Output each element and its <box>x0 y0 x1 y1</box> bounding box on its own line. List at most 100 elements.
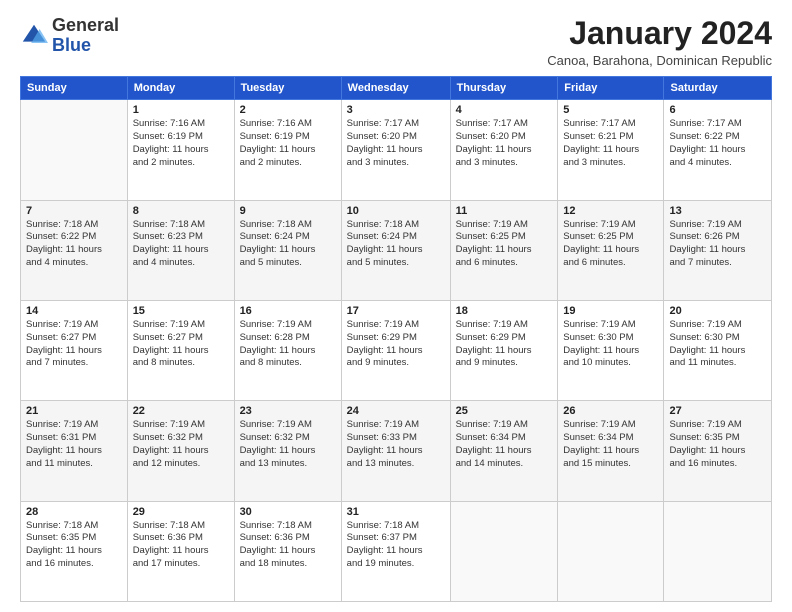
day-info: Sunrise: 7:19 AMSunset: 6:34 PMDaylight:… <box>456 419 553 470</box>
title-block: January 2024 Canoa, Barahona, Dominican … <box>547 16 772 68</box>
day-number: 27 <box>669 405 766 417</box>
logo-icon <box>20 22 48 50</box>
calendar-cell: 25 Sunrise: 7:19 AMSunset: 6:34 PMDayligh… <box>450 401 558 501</box>
day-number: 15 <box>133 305 229 317</box>
calendar-cell: 19 Sunrise: 7:19 AMSunset: 6:30 PMDayligh… <box>558 300 664 400</box>
header-day-friday: Friday <box>558 77 664 100</box>
calendar-cell: 21 Sunrise: 7:19 AMSunset: 6:31 PMDayligh… <box>21 401 128 501</box>
day-number: 1 <box>133 104 229 116</box>
day-info: Sunrise: 7:19 AMSunset: 6:35 PMDaylight:… <box>669 419 766 470</box>
calendar-cell: 14 Sunrise: 7:19 AMSunset: 6:27 PMDayligh… <box>21 300 128 400</box>
calendar-cell: 27 Sunrise: 7:19 AMSunset: 6:35 PMDayligh… <box>664 401 772 501</box>
day-number: 13 <box>669 205 766 217</box>
calendar-cell: 30 Sunrise: 7:18 AMSunset: 6:36 PMDayligh… <box>234 501 341 601</box>
header-day-wednesday: Wednesday <box>341 77 450 100</box>
day-info: Sunrise: 7:19 AMSunset: 6:31 PMDaylight:… <box>26 419 122 470</box>
calendar-cell: 17 Sunrise: 7:19 AMSunset: 6:29 PMDayligh… <box>341 300 450 400</box>
day-number: 28 <box>26 506 122 518</box>
header-day-monday: Monday <box>127 77 234 100</box>
day-info: Sunrise: 7:18 AMSunset: 6:23 PMDaylight:… <box>133 219 229 270</box>
calendar-cell: 22 Sunrise: 7:19 AMSunset: 6:32 PMDayligh… <box>127 401 234 501</box>
calendar-cell: 8 Sunrise: 7:18 AMSunset: 6:23 PMDaylight… <box>127 200 234 300</box>
calendar-cell <box>558 501 664 601</box>
day-info: Sunrise: 7:19 AMSunset: 6:32 PMDaylight:… <box>240 419 336 470</box>
day-number: 16 <box>240 305 336 317</box>
day-info: Sunrise: 7:17 AMSunset: 6:20 PMDaylight:… <box>347 118 445 169</box>
day-info: Sunrise: 7:19 AMSunset: 6:27 PMDaylight:… <box>26 319 122 370</box>
day-info: Sunrise: 7:19 AMSunset: 6:27 PMDaylight:… <box>133 319 229 370</box>
day-number: 12 <box>563 205 658 217</box>
calendar-cell: 10 Sunrise: 7:18 AMSunset: 6:24 PMDayligh… <box>341 200 450 300</box>
calendar-cell: 24 Sunrise: 7:19 AMSunset: 6:33 PMDayligh… <box>341 401 450 501</box>
calendar-cell: 31Sunrise: 7:18 AMSunset: 6:37 PMDayligh… <box>341 501 450 601</box>
day-info: Sunrise: 7:19 AMSunset: 6:29 PMDaylight:… <box>347 319 445 370</box>
main-title: January 2024 <box>547 16 772 51</box>
calendar-cell: 16 Sunrise: 7:19 AMSunset: 6:28 PMDayligh… <box>234 300 341 400</box>
day-info: Sunrise: 7:19 AMSunset: 6:32 PMDaylight:… <box>133 419 229 470</box>
logo-blue: Blue <box>52 36 119 56</box>
calendar-header: SundayMondayTuesdayWednesdayThursdayFrid… <box>21 77 772 100</box>
day-number: 14 <box>26 305 122 317</box>
header-day-thursday: Thursday <box>450 77 558 100</box>
day-info: Sunrise: 7:18 AMSunset: 6:22 PMDaylight:… <box>26 219 122 270</box>
logo-general: General <box>52 16 119 36</box>
day-number: 20 <box>669 305 766 317</box>
week-row-2: 14 Sunrise: 7:19 AMSunset: 6:27 PMDayligh… <box>21 300 772 400</box>
day-number: 22 <box>133 405 229 417</box>
day-number: 11 <box>456 205 553 217</box>
day-number: 24 <box>347 405 445 417</box>
day-info: Sunrise: 7:18 AMSunset: 6:36 PMDaylight:… <box>240 520 336 571</box>
header-day-sunday: Sunday <box>21 77 128 100</box>
day-number: 21 <box>26 405 122 417</box>
day-info: Sunrise: 7:17 AMSunset: 6:20 PMDaylight:… <box>456 118 553 169</box>
week-row-4: 28Sunrise: 7:18 AMSunset: 6:35 PMDayligh… <box>21 501 772 601</box>
day-info: Sunrise: 7:16 AMSunset: 6:19 PMDaylight:… <box>133 118 229 169</box>
calendar-table: SundayMondayTuesdayWednesdayThursdayFrid… <box>20 76 772 602</box>
day-number: 9 <box>240 205 336 217</box>
header-day-tuesday: Tuesday <box>234 77 341 100</box>
calendar-cell: 23 Sunrise: 7:19 AMSunset: 6:32 PMDayligh… <box>234 401 341 501</box>
day-info: Sunrise: 7:19 AMSunset: 6:29 PMDaylight:… <box>456 319 553 370</box>
calendar-cell: 1 Sunrise: 7:16 AMSunset: 6:19 PMDaylight… <box>127 100 234 200</box>
day-number: 25 <box>456 405 553 417</box>
calendar-cell: 15 Sunrise: 7:19 AMSunset: 6:27 PMDayligh… <box>127 300 234 400</box>
day-number: 8 <box>133 205 229 217</box>
day-number: 29 <box>133 506 229 518</box>
day-info: Sunrise: 7:17 AMSunset: 6:21 PMDaylight:… <box>563 118 658 169</box>
calendar-cell: 18Sunrise: 7:19 AMSunset: 6:29 PMDayligh… <box>450 300 558 400</box>
calendar-cell <box>664 501 772 601</box>
calendar-body: 1 Sunrise: 7:16 AMSunset: 6:19 PMDaylight… <box>21 100 772 602</box>
calendar-cell: 3Sunrise: 7:17 AMSunset: 6:20 PMDaylight… <box>341 100 450 200</box>
week-row-1: 7Sunrise: 7:18 AMSunset: 6:22 PMDaylight… <box>21 200 772 300</box>
day-number: 10 <box>347 205 445 217</box>
calendar-cell <box>450 501 558 601</box>
day-info: Sunrise: 7:19 AMSunset: 6:25 PMDaylight:… <box>563 219 658 270</box>
day-info: Sunrise: 7:19 AMSunset: 6:28 PMDaylight:… <box>240 319 336 370</box>
day-info: Sunrise: 7:19 AMSunset: 6:26 PMDaylight:… <box>669 219 766 270</box>
calendar-cell: 26Sunrise: 7:19 AMSunset: 6:34 PMDayligh… <box>558 401 664 501</box>
calendar-cell: 11Sunrise: 7:19 AMSunset: 6:25 PMDayligh… <box>450 200 558 300</box>
calendar-cell: 2Sunrise: 7:16 AMSunset: 6:19 PMDaylight… <box>234 100 341 200</box>
day-number: 19 <box>563 305 658 317</box>
day-info: Sunrise: 7:19 AMSunset: 6:33 PMDaylight:… <box>347 419 445 470</box>
day-info: Sunrise: 7:19 AMSunset: 6:30 PMDaylight:… <box>563 319 658 370</box>
day-info: Sunrise: 7:18 AMSunset: 6:24 PMDaylight:… <box>347 219 445 270</box>
calendar-cell: 6Sunrise: 7:17 AMSunset: 6:22 PMDaylight… <box>664 100 772 200</box>
day-number: 5 <box>563 104 658 116</box>
logo-text: General Blue <box>52 16 119 56</box>
day-info: Sunrise: 7:18 AMSunset: 6:36 PMDaylight:… <box>133 520 229 571</box>
day-info: Sunrise: 7:18 AMSunset: 6:24 PMDaylight:… <box>240 219 336 270</box>
day-number: 30 <box>240 506 336 518</box>
day-number: 4 <box>456 104 553 116</box>
logo: General Blue <box>20 16 119 56</box>
calendar-cell: 4 Sunrise: 7:17 AMSunset: 6:20 PMDaylight… <box>450 100 558 200</box>
calendar-cell: 28Sunrise: 7:18 AMSunset: 6:35 PMDayligh… <box>21 501 128 601</box>
day-number: 17 <box>347 305 445 317</box>
header: General Blue January 2024 Canoa, Barahon… <box>20 16 772 68</box>
calendar-cell: 7Sunrise: 7:18 AMSunset: 6:22 PMDaylight… <box>21 200 128 300</box>
calendar-cell <box>21 100 128 200</box>
header-row: SundayMondayTuesdayWednesdayThursdayFrid… <box>21 77 772 100</box>
day-number: 6 <box>669 104 766 116</box>
calendar-cell: 29 Sunrise: 7:18 AMSunset: 6:36 PMDayligh… <box>127 501 234 601</box>
day-number: 23 <box>240 405 336 417</box>
